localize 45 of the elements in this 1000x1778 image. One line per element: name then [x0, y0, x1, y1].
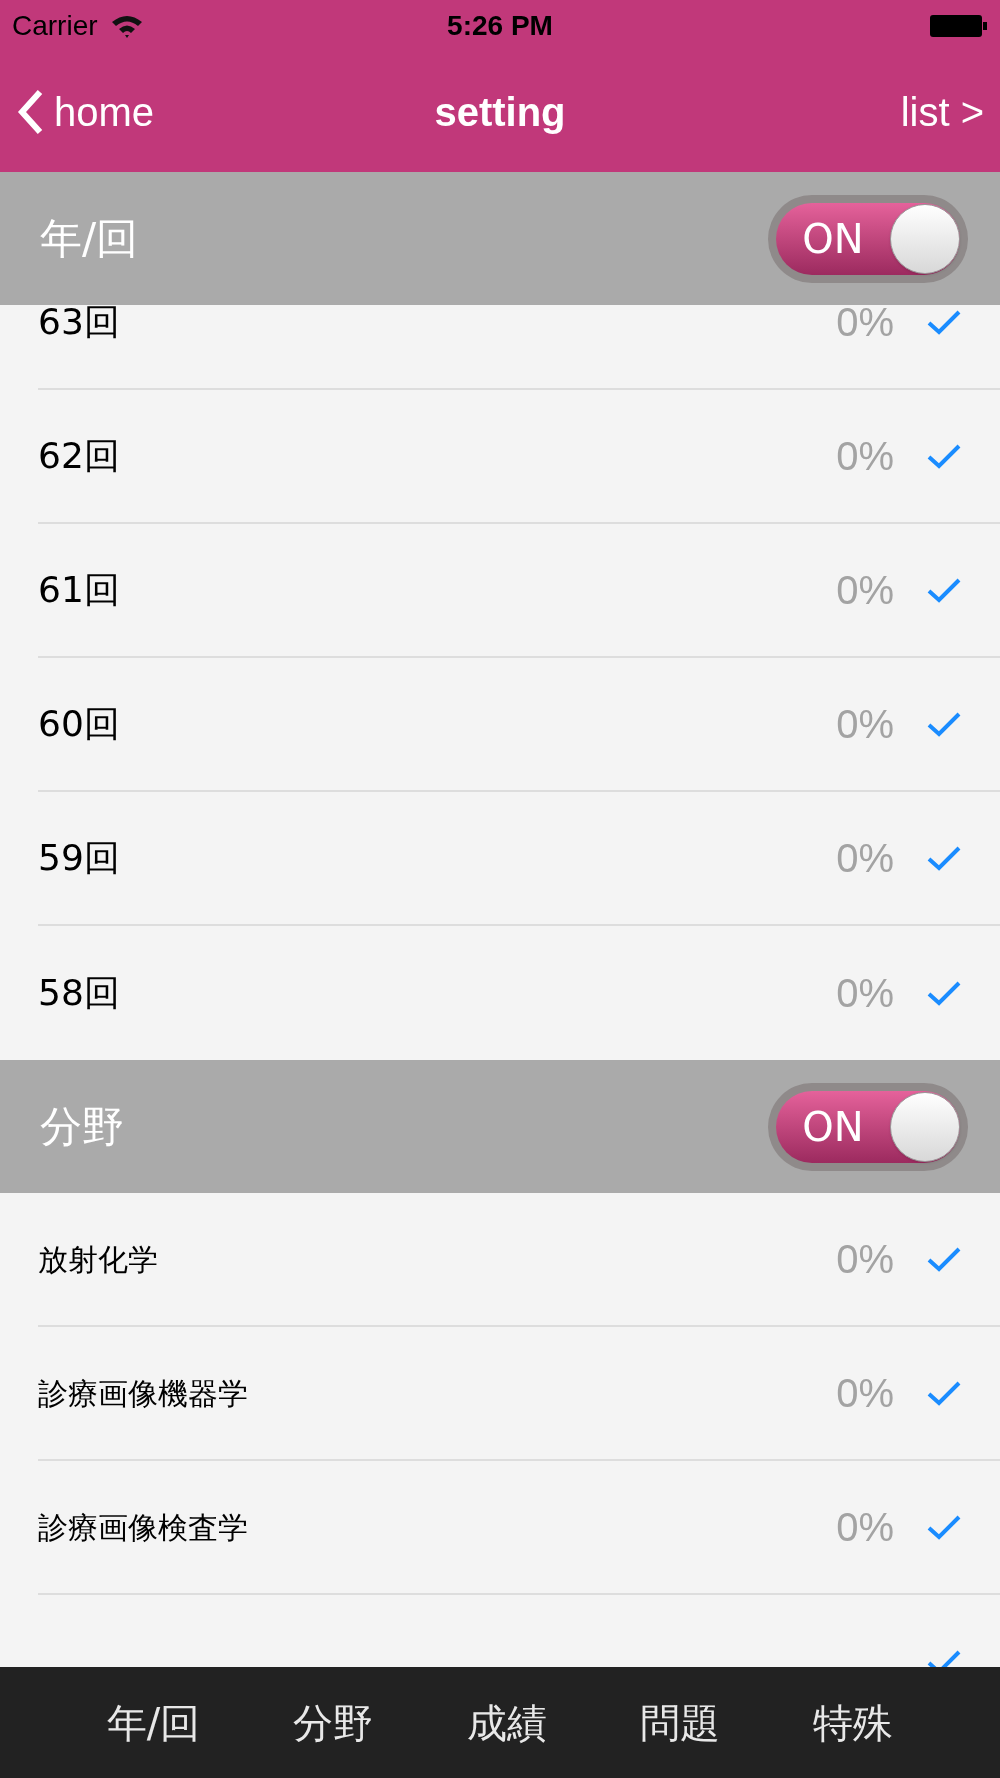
toggle-label: ON — [801, 214, 865, 264]
list-row[interactable]: 診療画像機器学 0% — [38, 1327, 1000, 1461]
toggle-label: ON — [801, 1102, 865, 1152]
percent-label: 0% — [836, 835, 894, 882]
percent-label: 0% — [836, 1236, 894, 1283]
section-title: 年/回 — [40, 213, 139, 265]
tab-button[interactable]: 特殊 — [813, 1692, 894, 1753]
back-button[interactable]: home — [16, 82, 155, 142]
tab-button[interactable]: 年/回 — [106, 1692, 201, 1753]
list-row[interactable]: 63回 0% — [38, 305, 1000, 390]
list-row[interactable]: 59回 0% — [38, 792, 1000, 926]
row-label: 診療画像機器学 — [38, 1374, 248, 1413]
percent-label: 0% — [836, 433, 894, 480]
list-row[interactable]: 放射化学 0% — [38, 1193, 1000, 1327]
tab-button[interactable]: 問題 — [640, 1692, 720, 1753]
row-label: 63回 — [38, 305, 120, 344]
list-row[interactable]: 60回 0% — [38, 658, 1000, 792]
list-row[interactable]: 62回 0% — [38, 390, 1000, 524]
list-row[interactable]: 診療画像検査学 0% — [38, 1461, 1000, 1595]
percent-label: 0% — [836, 701, 894, 748]
page-title: setting — [434, 89, 566, 136]
list-button[interactable]: list > — [900, 82, 984, 142]
row-label: 59回 — [38, 836, 120, 880]
carrier-label: Carrier — [12, 9, 98, 43]
row-label: 58回 — [38, 971, 120, 1015]
row-label: 62回 — [38, 434, 120, 478]
row-label: 60回 — [38, 702, 120, 746]
battery-icon — [930, 14, 988, 38]
chevron-left-icon — [16, 88, 44, 136]
tab-button[interactable]: 成績 — [466, 1692, 547, 1753]
row-label: 放射化学 — [38, 1240, 158, 1279]
toggle-switch[interactable]: ON — [768, 194, 968, 283]
section-title: 分野 — [40, 1101, 124, 1153]
percent-label: 0% — [836, 305, 894, 346]
clock-label: 5:26 PM — [447, 9, 553, 43]
percent-label: 0% — [836, 970, 894, 1017]
tab-button[interactable]: 分野 — [293, 1692, 374, 1753]
percent-label: 0% — [836, 1504, 894, 1551]
row-label: 診療画像検査学 — [38, 1508, 248, 1547]
row-label: 61回 — [38, 568, 120, 612]
percent-label: 0% — [836, 1370, 894, 1417]
list-row[interactable]: 61回 0% — [38, 524, 1000, 658]
toggle-switch[interactable]: ON — [768, 1082, 968, 1171]
list-row[interactable]: 58回 0% — [38, 926, 1000, 1060]
percent-label: 0% — [836, 567, 894, 614]
